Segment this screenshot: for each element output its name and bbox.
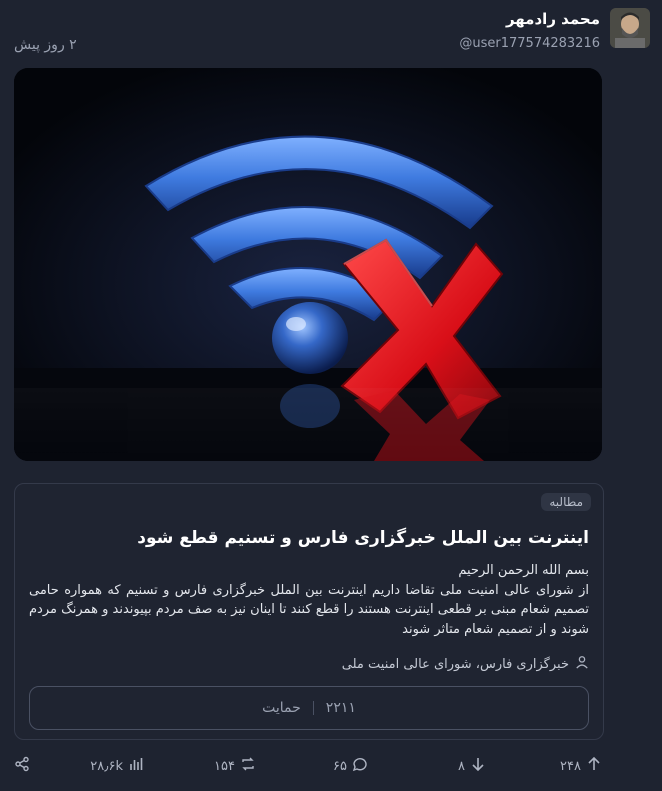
- views-count: ۲۸٫۶k: [90, 758, 123, 774]
- petition-body: بسم الله الرحمن الرحیم از شورای عالی امن…: [29, 561, 589, 639]
- petition-body-line: بسم الله الرحمن الرحیم: [458, 563, 589, 578]
- comment-count: ۶۵: [333, 758, 347, 774]
- post-header: محمد رادمهر @user177574283216 ۲ روز پیش: [0, 0, 662, 62]
- petition-body-text: از شورای عالی امنیت ملی تقاضا داریم اینت…: [29, 582, 589, 637]
- post-image[interactable]: [14, 68, 602, 461]
- avatar[interactable]: [610, 8, 650, 48]
- post-time: ۲ روز پیش: [14, 37, 77, 53]
- comment-icon: [352, 756, 368, 776]
- downvote-count: ۸: [458, 758, 465, 774]
- petition-target-text: خبرگزاری فارس، شورای عالی امنیت ملی: [341, 656, 569, 672]
- views-indicator: ۲۸٫۶k: [90, 756, 144, 776]
- repost-icon: [240, 756, 256, 776]
- support-button[interactable]: حمایت ۲۲۱۱: [29, 686, 589, 730]
- user-icon: [575, 655, 589, 673]
- share-button[interactable]: [14, 756, 30, 776]
- bar-chart-icon: [128, 756, 144, 776]
- arrow-down-icon: [470, 756, 486, 776]
- repost-button[interactable]: ۱۵۴: [214, 756, 256, 776]
- comment-button[interactable]: ۶۵: [333, 756, 368, 776]
- support-count: ۲۲۱۱: [325, 700, 356, 716]
- petition-target: خبرگزاری فارس، شورای عالی امنیت ملی: [342, 655, 589, 673]
- downvote-button[interactable]: ۸: [458, 756, 486, 776]
- repost-count: ۱۵۴: [214, 758, 235, 774]
- post-actions: ۲۴۸ ۸ ۶۵ ۱۵۴ ۲۸٫۶k: [0, 756, 662, 786]
- divider: [312, 701, 314, 715]
- upvote-button[interactable]: ۲۴۸: [560, 756, 602, 776]
- petition-title[interactable]: اینترنت بین الملل خبرگزاری فارس و تسنیم …: [29, 528, 589, 548]
- support-label: حمایت: [262, 700, 301, 716]
- petition-card[interactable]: مطالبه اینترنت بین الملل خبرگزاری فارس و…: [14, 483, 604, 740]
- share-icon: [14, 756, 30, 776]
- category-badge: مطالبه: [541, 493, 591, 511]
- author-name[interactable]: محمد رادمهر: [506, 10, 600, 28]
- arrow-up-icon: [586, 756, 602, 776]
- upvote-count: ۲۴۸: [560, 758, 581, 774]
- author-username[interactable]: @user177574283216: [459, 36, 600, 51]
